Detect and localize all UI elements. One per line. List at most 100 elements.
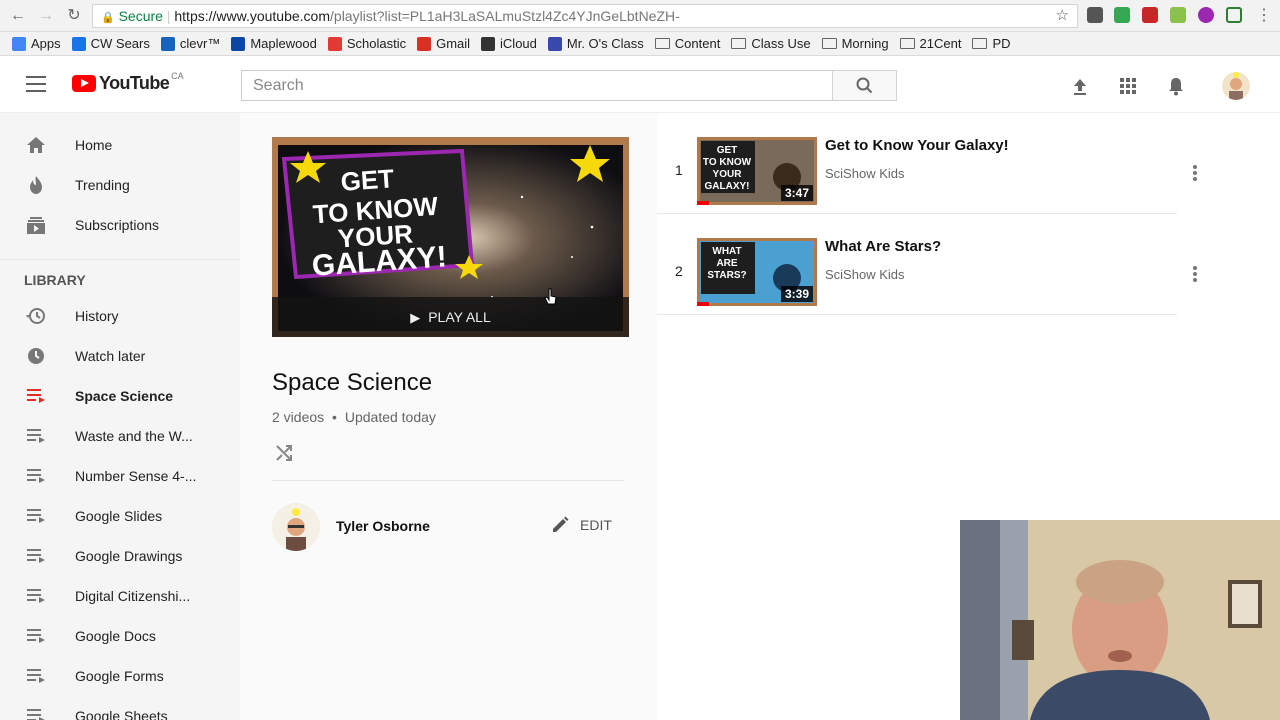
forward-icon[interactable]: → — [36, 6, 56, 26]
screencast-extension-icon[interactable] — [1142, 7, 1158, 23]
clever-icon — [160, 36, 175, 51]
browser-menu-icon[interactable]: ⋮ — [1254, 6, 1274, 26]
sidebar-item-trending[interactable]: Trending — [0, 165, 240, 205]
sidebar-item-label: Watch later — [75, 348, 146, 364]
bookmark-item[interactable]: iCloud — [481, 36, 537, 51]
svg-text:GET: GET — [340, 163, 396, 197]
apps-grid-icon — [12, 36, 26, 51]
address-bar[interactable]: 🔒 Secure | https://www.youtube.com/playl… — [92, 4, 1078, 28]
cast-extension-icon[interactable] — [1226, 7, 1242, 23]
bookmark-star-icon[interactable]: ☆ — [1056, 5, 1069, 27]
folder-icon — [731, 38, 747, 49]
sidebar-item-playlist[interactable]: Google Slides — [0, 496, 240, 536]
sidebar-item-playlist[interactable]: Google Forms — [0, 656, 240, 696]
back-icon[interactable]: ← — [8, 6, 28, 26]
bookmark-label: iCloud — [500, 36, 537, 51]
bookmark-label: Apps — [31, 36, 61, 51]
extension-icon[interactable] — [1170, 7, 1186, 23]
mouse-cursor — [544, 288, 557, 305]
owner-name[interactable]: Tyler Osborne — [336, 518, 430, 534]
bookmark-item[interactable]: clevr™ — [160, 36, 220, 51]
bookmark-item[interactable]: Morning — [821, 36, 889, 51]
sidebar-item-playlist[interactable]: Waste and the W... — [0, 416, 240, 456]
bookmark-item[interactable]: PD — [972, 36, 1011, 51]
sidebar-item-label: Google Drawings — [75, 548, 183, 564]
sidebar-item-playlist[interactable]: History — [0, 296, 240, 336]
profile-extension-icon[interactable] — [1198, 7, 1214, 23]
more-actions-icon[interactable] — [1193, 165, 1197, 181]
sidebar-item-playlist[interactable]: Google Drawings — [0, 536, 240, 576]
class-site-icon — [547, 36, 562, 51]
playlist-video-row[interactable]: 2 WHAT ARE STARS? 3:39 What Are Stars? SciShow… — [657, 214, 1197, 315]
bookmark-item[interactable]: 21Cent — [899, 36, 962, 51]
bookmark-label: PD — [992, 36, 1011, 51]
more-actions-icon[interactable] — [1193, 266, 1197, 282]
bookmark-item[interactable]: Apps — [12, 36, 61, 51]
play-all-button[interactable]: ▶ PLAY ALL — [272, 297, 629, 337]
bookmark-item[interactable]: Maplewood — [231, 36, 317, 51]
video-index: 1 — [675, 162, 683, 178]
sidebar-item-playlist[interactable]: Watch later — [0, 336, 240, 376]
shuffle-icon[interactable] — [274, 443, 294, 463]
url-host: https://www.youtube.com — [174, 8, 331, 24]
video-title[interactable]: Get to Know Your Galaxy! — [825, 137, 1009, 154]
classroom-extension-icon[interactable] — [1114, 7, 1130, 23]
video-title[interactable]: What Are Stars? — [825, 238, 941, 255]
bookmark-label: 21Cent — [919, 36, 962, 51]
sidebar-item-label: Google Forms — [75, 668, 164, 684]
bookmark-item[interactable]: Content — [654, 36, 720, 51]
notifications-bell-icon[interactable] — [1164, 74, 1188, 98]
playlist-thumbnail[interactable]: GET TO KNOW YOUR GALAXY! ▶ PLAY ALL — [272, 137, 629, 337]
playlist-icon — [26, 666, 46, 686]
apps-grid-icon[interactable] — [1116, 74, 1140, 98]
home-icon — [26, 135, 46, 155]
owner-avatar[interactable] — [272, 503, 320, 551]
apple-icon — [481, 36, 496, 51]
account-avatar[interactable] — [1222, 72, 1250, 100]
video-thumbnail[interactable]: GET TO KNOW YOUR GALAXY! 3:47 — [697, 137, 817, 205]
watched-progress-bar — [697, 302, 709, 306]
svg-text:WHAT: WHAT — [712, 246, 741, 257]
sidebar-item-label: History — [75, 308, 119, 324]
video-thumbnail[interactable]: WHAT ARE STARS? 3:39 — [697, 238, 817, 306]
video-channel[interactable]: SciShow Kids — [825, 267, 904, 282]
logo-region: CA — [171, 70, 184, 81]
video-channel[interactable]: SciShow Kids — [825, 166, 904, 181]
sidebar-item-playlist[interactable]: Number Sense 4-... — [0, 456, 240, 496]
bookmark-item[interactable]: Class Use — [731, 36, 811, 51]
sidebar-item-label: Google Docs — [75, 628, 156, 644]
site-header: YouTube CA Search — [0, 56, 1280, 113]
sidebar-item-label: Google Slides — [75, 508, 163, 524]
video-index: 2 — [675, 263, 683, 279]
sidebar-item-label: Subscriptions — [75, 217, 160, 233]
bookmark-label: Class Use — [751, 36, 811, 51]
presenter-video — [960, 520, 1280, 720]
sidebar-item-playlist[interactable]: Google Docs — [0, 616, 240, 656]
search-button[interactable] — [832, 70, 897, 101]
youtube-logo[interactable]: YouTube CA — [72, 70, 184, 94]
bookmark-item[interactable]: CW Sears — [71, 36, 150, 51]
video-duration: 3:39 — [780, 286, 813, 302]
reload-icon[interactable]: ↻ — [64, 6, 84, 26]
playlist-title: Space Science — [272, 369, 433, 396]
bookmark-label: CW Sears — [90, 36, 150, 51]
sidebar-item-subscriptions[interactable]: Subscriptions — [0, 205, 240, 245]
folder-icon — [972, 38, 988, 49]
playlist-video-row[interactable]: 1 GET TO KNOW YOUR GALAXY! 3:47 Get to Know Yo… — [657, 113, 1197, 214]
sidebar-item-label: Digital Citizenshi... — [75, 588, 191, 604]
bookmark-item[interactable]: Mr. O's Class — [547, 36, 644, 51]
upload-icon[interactable] — [1068, 74, 1092, 98]
sidebar-item-playlist[interactable]: Digital Citizenshi... — [0, 576, 240, 616]
sidebar-item-home[interactable]: Home — [0, 125, 240, 165]
bookmark-item[interactable]: Scholastic — [327, 36, 406, 51]
sidebar-item-playlist[interactable]: Space Science — [0, 376, 240, 416]
video-count: 2 videos — [272, 409, 325, 425]
sidebar-item-playlist[interactable]: Google Sheets — [0, 696, 240, 720]
search-input[interactable]: Search — [241, 70, 833, 101]
extension-icon[interactable] — [1087, 7, 1103, 23]
guide-menu-icon[interactable] — [26, 76, 46, 92]
sidebar-item-label: Google Sheets — [75, 708, 168, 720]
bookmark-item[interactable]: Gmail — [417, 36, 470, 51]
edit-button[interactable]: EDIT — [550, 515, 612, 535]
youtube-play-icon — [72, 75, 96, 92]
